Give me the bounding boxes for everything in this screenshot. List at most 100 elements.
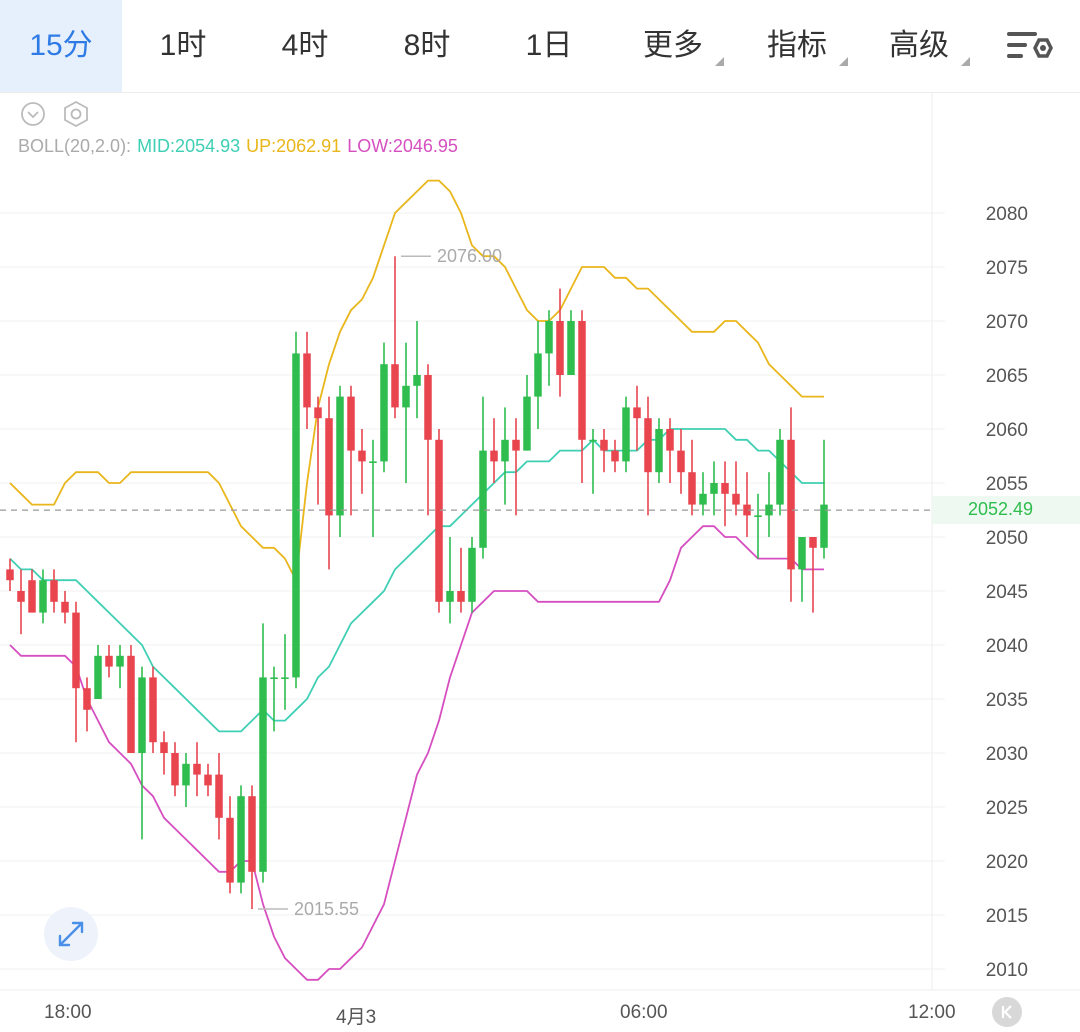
candle: [567, 310, 575, 375]
candle: [94, 645, 102, 699]
candle-body: [380, 364, 388, 462]
candle-body: [446, 591, 454, 602]
candle-body: [413, 375, 421, 386]
candle: [578, 310, 586, 483]
last-price-label: 2052.49: [968, 499, 1034, 519]
dropdown-triangle-icon: [961, 57, 970, 66]
candle: [479, 396, 487, 559]
candle: [83, 677, 91, 732]
candle: [380, 342, 388, 473]
candle-body: [721, 483, 729, 494]
candle: [50, 569, 58, 613]
price-tick-label: 2080: [986, 204, 1028, 225]
candle: [116, 645, 124, 689]
tab-more-label: 更多: [643, 29, 703, 62]
tab-more[interactable]: 更多: [620, 0, 726, 92]
indicator-up: UP:2062.91: [246, 136, 342, 156]
candle-body: [105, 655, 113, 667]
price-tick-label: 2020: [986, 852, 1028, 873]
candle-body: [182, 763, 190, 786]
skip-to-start-icon: [1001, 1005, 1012, 1019]
candle: [281, 634, 289, 710]
candle: [127, 645, 135, 753]
tab-1d[interactable]: 1日: [488, 0, 610, 92]
candle-body: [369, 461, 377, 463]
candlestick-chart[interactable]: 2080 2075 2070 2065 2060 2055 2050 2045 2040 2035…: [0, 92, 1080, 1031]
candle-body: [754, 515, 762, 517]
price-tick-label: 2045: [986, 582, 1028, 603]
tab-advanced[interactable]: 高级: [866, 0, 972, 92]
candle: [402, 342, 410, 483]
candle-body: [622, 407, 630, 462]
candle-body: [149, 677, 157, 743]
candle: [468, 537, 476, 613]
candle: [809, 537, 817, 613]
scroll-to-latest-button[interactable]: [992, 997, 1022, 1027]
price-tick-label: 2055: [986, 474, 1028, 495]
candle: [776, 429, 784, 516]
chevron-down-circle-icon[interactable]: [20, 101, 46, 127]
candle-body: [545, 321, 553, 354]
candle: [820, 439, 828, 559]
candle: [512, 418, 520, 516]
tab-advanced-label: 高级: [889, 29, 949, 62]
candle-body: [677, 450, 685, 473]
expand-button[interactable]: [44, 907, 98, 961]
tab-15min[interactable]: 15分: [0, 0, 122, 92]
candle: [798, 537, 806, 602]
candle: [490, 418, 498, 483]
candle: [369, 439, 377, 537]
candle-body: [281, 677, 289, 679]
candle-body: [61, 601, 69, 613]
candle: [193, 742, 201, 797]
candle-body: [809, 537, 817, 548]
candle: [754, 493, 762, 559]
candle: [28, 569, 36, 613]
candle: [501, 407, 509, 505]
candle-body: [237, 796, 245, 883]
candle: [325, 396, 333, 570]
candle: [248, 785, 256, 910]
candle-body: [798, 537, 806, 570]
candle: [523, 375, 531, 451]
candle: [677, 429, 685, 494]
candle-body: [512, 439, 520, 451]
candle-body: [160, 742, 168, 753]
candle-body: [391, 364, 399, 408]
candle-body: [28, 580, 36, 613]
tab-4h[interactable]: 4时: [244, 0, 366, 92]
candle: [721, 461, 729, 527]
candle-body: [710, 483, 718, 494]
settings-sliders-icon[interactable]: [1005, 28, 1053, 66]
tab-8h[interactable]: 8时: [366, 0, 488, 92]
candle-body: [171, 753, 179, 786]
candle: [644, 396, 652, 516]
candle: [336, 385, 344, 537]
price-tick-label: 2035: [986, 690, 1028, 711]
candle: [61, 591, 69, 624]
hexagon-gear-icon[interactable]: [62, 100, 90, 128]
candle-body: [457, 591, 465, 602]
candle: [765, 472, 773, 537]
candle: [72, 601, 80, 743]
candle: [303, 331, 311, 429]
price-tick-label: 2075: [986, 258, 1028, 279]
candle-body: [138, 677, 146, 753]
candle: [446, 537, 454, 624]
candle: [655, 418, 663, 483]
price-tick-label: 2040: [986, 636, 1028, 657]
candle-body: [193, 763, 201, 775]
candle-body: [336, 396, 344, 516]
candle: [237, 785, 245, 894]
tab-indicators[interactable]: 指标: [744, 0, 850, 92]
indicator-mid: MID:2054.93: [137, 136, 241, 156]
time-label-3: 06:00: [620, 1002, 668, 1023]
candle: [204, 763, 212, 797]
candle-body: [644, 418, 652, 473]
candle: [358, 429, 366, 494]
candle: [424, 364, 432, 516]
candle-body: [435, 439, 443, 602]
candle-body: [347, 396, 355, 451]
tab-1h[interactable]: 1时: [122, 0, 244, 92]
candle: [666, 418, 674, 483]
